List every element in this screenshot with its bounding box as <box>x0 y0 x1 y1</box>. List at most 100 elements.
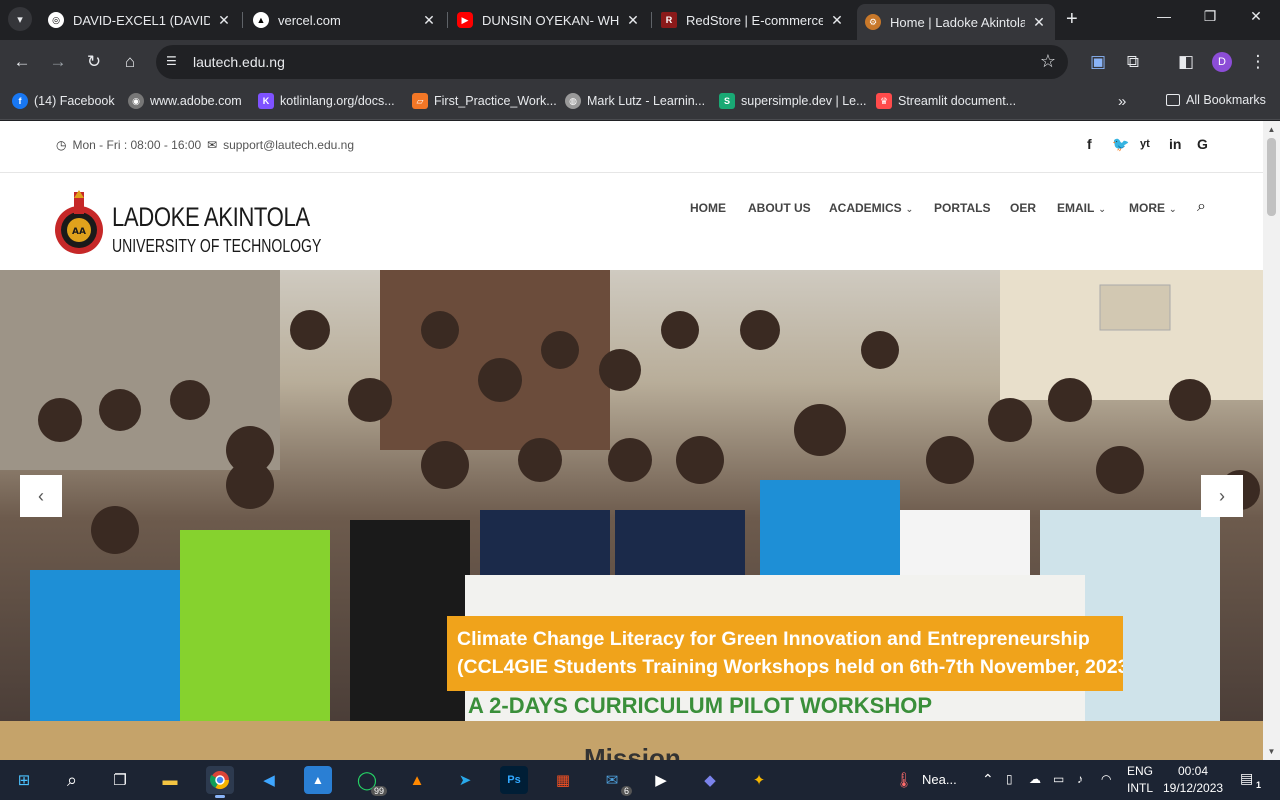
windows-start-icon[interactable]: ⊞ <box>10 766 38 794</box>
wifi-icon[interactable]: ◠ <box>1101 772 1111 786</box>
home-button[interactable]: ⌂ <box>118 52 142 72</box>
copilot-app-icon[interactable]: ◆ <box>696 766 724 794</box>
tab-search-button[interactable]: ▾ <box>8 7 32 31</box>
linkedin-icon[interactable]: in <box>1169 136 1181 152</box>
youtube-icon: ▶ <box>457 12 473 28</box>
tab-vercel[interactable]: ▲ vercel.com ✕ <box>245 6 445 34</box>
site-header: AA LADOKE AKINTOLA UNIVERSITY OF TECHNOL… <box>0 174 1263 270</box>
office-hours: ◷ Mon - Fri : 08:00 - 16:00 <box>56 138 202 152</box>
volume-icon[interactable]: ♪ <box>1077 772 1083 786</box>
onedrive-cloud-icon[interactable]: ☁ <box>1029 772 1041 786</box>
media-player-icon[interactable]: ▶ <box>647 766 675 794</box>
new-tab-button[interactable]: + <box>1066 9 1078 29</box>
nav-more[interactable]: MORE ⌄ <box>1129 201 1177 215</box>
logo-subtitle: UNIVERSITY OF TECHNOLOGY <box>112 236 322 256</box>
photoshop-icon[interactable]: Ps <box>500 766 528 794</box>
nav-email[interactable]: EMAIL ⌄ <box>1057 201 1106 215</box>
scroll-up-arrow-icon[interactable]: ▲ <box>1263 121 1280 138</box>
close-window-button[interactable]: ✕ <box>1233 8 1279 25</box>
nav-home[interactable]: HOME <box>690 201 726 215</box>
close-tab-icon[interactable]: ✕ <box>829 12 845 29</box>
folder-icon <box>1166 94 1180 106</box>
prev-slide-button[interactable]: ‹ <box>20 475 62 517</box>
tab-youtube[interactable]: ▶ DUNSIN OYEKAN- WHAT ✕ <box>449 6 649 34</box>
bookmark-star-icon[interactable]: ☆ <box>1040 51 1056 72</box>
facebook-icon[interactable]: f <box>1087 136 1092 152</box>
minimize-button[interactable]: — <box>1141 8 1187 24</box>
close-tab-icon[interactable]: ✕ <box>1031 14 1047 31</box>
youtube-icon[interactable]: yt <box>1140 138 1150 150</box>
vlc-icon[interactable]: ▲ <box>403 766 431 794</box>
microsoft-store-icon[interactable]: ▦ <box>549 766 577 794</box>
close-tab-icon[interactable]: ✕ <box>625 12 641 29</box>
close-tab-icon[interactable]: ✕ <box>421 12 437 29</box>
tab-lautech[interactable]: ⚙ Home | Ladoke Akintola U ✕ <box>857 4 1055 40</box>
chrome-icon[interactable] <box>206 766 234 798</box>
search-icon[interactable]: ⌕ <box>1197 198 1206 216</box>
next-slide-button[interactable]: › <box>1201 475 1243 517</box>
profile-avatar[interactable]: D <box>1212 52 1232 72</box>
nav-portals[interactable]: PORTALS <box>934 201 990 215</box>
tab-strip: ▾ ◎ DAVID-EXCEL1 (DAVID OKE ✕ ▲ vercel.c… <box>0 0 1280 40</box>
address-bar[interactable]: ☰ lautech.edu.ng ☆ <box>156 45 1068 79</box>
forward-button[interactable]: → <box>46 52 70 72</box>
bookmark-facebook[interactable]: f (14) Facebook <box>12 93 115 109</box>
all-bookmarks-button[interactable]: All Bookmarks <box>1166 93 1266 107</box>
tab-redstore[interactable]: R RedStore | E-commerce W ✕ <box>653 6 853 34</box>
search-icon[interactable]: ⌕ <box>58 766 86 794</box>
clock-date[interactable]: 19/12/2023 <box>1163 781 1223 795</box>
bookmark-streamlit[interactable]: ♛ Streamlit document... <box>876 93 1016 109</box>
language-code[interactable]: ENG <box>1127 764 1153 778</box>
browser-toolbar: ← → ↻ ⌂ ☰ lautech.edu.ng ☆ ▣ ⧉ ◧ D ⋮ <box>0 40 1280 84</box>
extensions-icon[interactable]: ⧉ <box>1121 52 1145 72</box>
battery-icon[interactable]: ▭ <box>1053 772 1064 786</box>
bookmark-supersimple[interactable]: S supersimple.dev | Le... <box>719 93 867 109</box>
telegram-icon[interactable]: ➤ <box>451 766 479 794</box>
git-app-icon[interactable]: ✦ <box>745 766 773 794</box>
whatsapp-icon[interactable]: ◯ 99 <box>353 766 387 796</box>
photos-icon[interactable]: ▲ <box>304 766 332 794</box>
chevron-down-icon: ⌄ <box>1169 204 1177 214</box>
support-email[interactable]: ✉ support@lautech.edu.ng <box>207 138 354 152</box>
mail-icon[interactable]: ✉ 6 <box>598 766 632 796</box>
scroll-down-arrow-icon[interactable]: ▼ <box>1263 743 1280 760</box>
google-icon[interactable]: G <box>1197 136 1208 152</box>
twitter-icon[interactable]: 🐦 <box>1112 136 1129 153</box>
file-explorer-icon[interactable]: ▬ <box>156 766 184 794</box>
nav-about-us[interactable]: ABOUT US <box>748 201 811 215</box>
menu-icon[interactable]: ⋮ <box>1246 52 1270 72</box>
university-logo[interactable]: AA LADOKE AKINTOLA UNIVERSITY OF TECHNOL… <box>50 190 321 260</box>
tab-title: DUNSIN OYEKAN- WHAT <box>482 12 619 28</box>
slide-caption: Climate Change Literacy for Green Innova… <box>447 616 1123 691</box>
logo-title: LADOKE AKINTOLA <box>112 202 310 232</box>
keyboard-layout[interactable]: INTL <box>1127 781 1153 795</box>
bookmark-kotlin[interactable]: K kotlinlang.org/docs... <box>258 93 395 109</box>
weather-text[interactable]: Nea... <box>922 772 957 787</box>
device-icon[interactable]: ▯ <box>1006 772 1013 786</box>
nav-academics[interactable]: ACADEMICS ⌄ <box>829 201 913 215</box>
bookmark-adobe[interactable]: ◉ www.adobe.com <box>128 93 242 109</box>
page-viewport: ◷ Mon - Fri : 08:00 - 16:00 ✉ support@la… <box>0 121 1280 760</box>
site-info-icon[interactable]: ☰ <box>166 54 177 68</box>
task-view-icon[interactable]: ❐ <box>106 766 134 794</box>
restore-button[interactable]: ❐ <box>1187 8 1233 25</box>
side-panel-icon[interactable]: ◧ <box>1174 52 1198 72</box>
weather-thermometer-icon[interactable]: 🌡 <box>890 766 918 794</box>
show-hidden-icons-chevron-icon[interactable]: ⌃ <box>982 771 994 788</box>
close-tab-icon[interactable]: ✕ <box>216 12 232 29</box>
clock-time[interactable]: 00:04 <box>1178 764 1208 778</box>
bookmark-notebook[interactable]: ▱ First_Practice_Work... <box>412 93 557 109</box>
copilot-extension-icon[interactable]: ▣ <box>1086 52 1110 72</box>
bookmark-mark-lutz[interactable]: ◍ Mark Lutz - Learnin... <box>565 93 705 109</box>
svg-text:AA: AA <box>72 227 86 237</box>
page-scrollbar[interactable]: ▲ ▼ <box>1263 121 1280 760</box>
scrollbar-thumb[interactable] <box>1267 138 1276 216</box>
vscode-icon[interactable]: ◀ <box>255 766 283 794</box>
reload-button[interactable]: ↻ <box>82 52 106 72</box>
nav-oer[interactable]: OER <box>1010 201 1036 215</box>
more-bookmarks-chevron-icon[interactable]: » <box>1118 93 1126 110</box>
tab-github[interactable]: ◎ DAVID-EXCEL1 (DAVID OKE ✕ <box>40 6 240 34</box>
back-button[interactable]: ← <box>10 52 34 72</box>
vercel-icon: ▲ <box>253 12 269 28</box>
notification-center-icon[interactable]: ▤ <box>1240 770 1253 787</box>
